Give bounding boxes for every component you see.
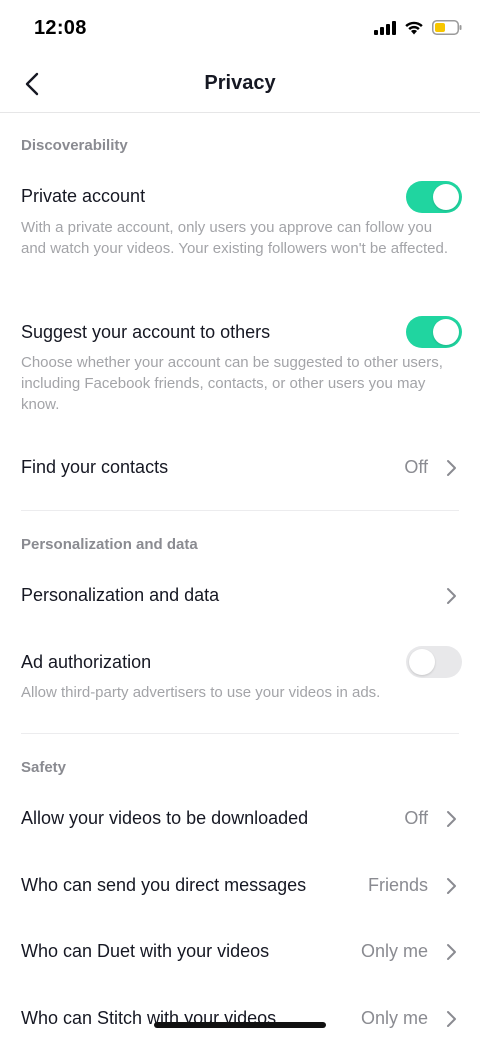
wifi-icon [405, 21, 423, 35]
divider [21, 733, 459, 734]
find-contacts-row[interactable]: Find your contacts Off [0, 440, 480, 494]
status-icons [374, 20, 462, 35]
downloads-value: Off [404, 808, 428, 828]
direct-messages-row[interactable]: Who can send you direct messages Friends [0, 858, 480, 912]
duet-row[interactable]: Who can Duet with your videos Only me [0, 924, 480, 978]
chevron-right-icon [447, 588, 456, 604]
duet-value: Only me [360, 941, 428, 961]
suggest-account-label: Suggest your account to others [21, 322, 271, 342]
divider [21, 510, 459, 511]
section-header-personalization: Personalization and data [21, 536, 198, 553]
find-contacts-label: Find your contacts [21, 457, 169, 477]
suggest-account-description: Choose whether your account can be sugge… [21, 354, 443, 413]
chevron-right-icon [447, 811, 456, 827]
private-account-description: With a private account, only users you a… [21, 219, 449, 257]
cellular-signal-icon [374, 20, 396, 35]
section-header-safety: Safety [21, 759, 67, 776]
section-header-discoverability: Discoverability [21, 137, 128, 154]
downloads-row[interactable]: Allow your videos to be downloaded Off [0, 791, 480, 845]
chevron-right-icon [447, 460, 456, 476]
stitch-value: Only me [360, 1008, 428, 1028]
stitch-row[interactable]: Who can Stitch with your videos Only me [0, 991, 480, 1039]
direct-messages-value: Friends [367, 875, 428, 895]
duet-label: Who can Duet with your videos [21, 941, 270, 961]
status-bar: 12:08 [0, 0, 480, 56]
battery-icon [432, 20, 462, 35]
ad-authorization-description: Allow third-party advertisers to use you… [21, 684, 381, 701]
chevron-right-icon [447, 1011, 456, 1027]
toggle-knob [409, 649, 435, 675]
direct-messages-label: Who can send you direct messages [21, 875, 307, 895]
find-contacts-value: Off [404, 457, 428, 477]
ad-authorization-label: Ad authorization [21, 652, 152, 672]
personalization-data-label: Personalization and data [21, 585, 220, 605]
chevron-right-icon [447, 944, 456, 960]
suggest-account-toggle[interactable] [406, 316, 462, 348]
status-time: 12:08 [34, 17, 87, 39]
private-account-toggle[interactable] [406, 181, 462, 213]
ad-authorization-toggle[interactable] [406, 646, 462, 678]
toggle-knob [433, 319, 459, 345]
navigation-bar: Privacy [0, 56, 480, 113]
private-account-label: Private account [21, 186, 146, 206]
home-indicator[interactable] [154, 1022, 326, 1028]
page-title: Privacy [204, 72, 276, 94]
chevron-right-icon [447, 878, 456, 894]
toggle-knob [433, 184, 459, 210]
personalization-data-row[interactable]: Personalization and data [0, 568, 480, 622]
downloads-label: Allow your videos to be downloaded [21, 808, 309, 828]
